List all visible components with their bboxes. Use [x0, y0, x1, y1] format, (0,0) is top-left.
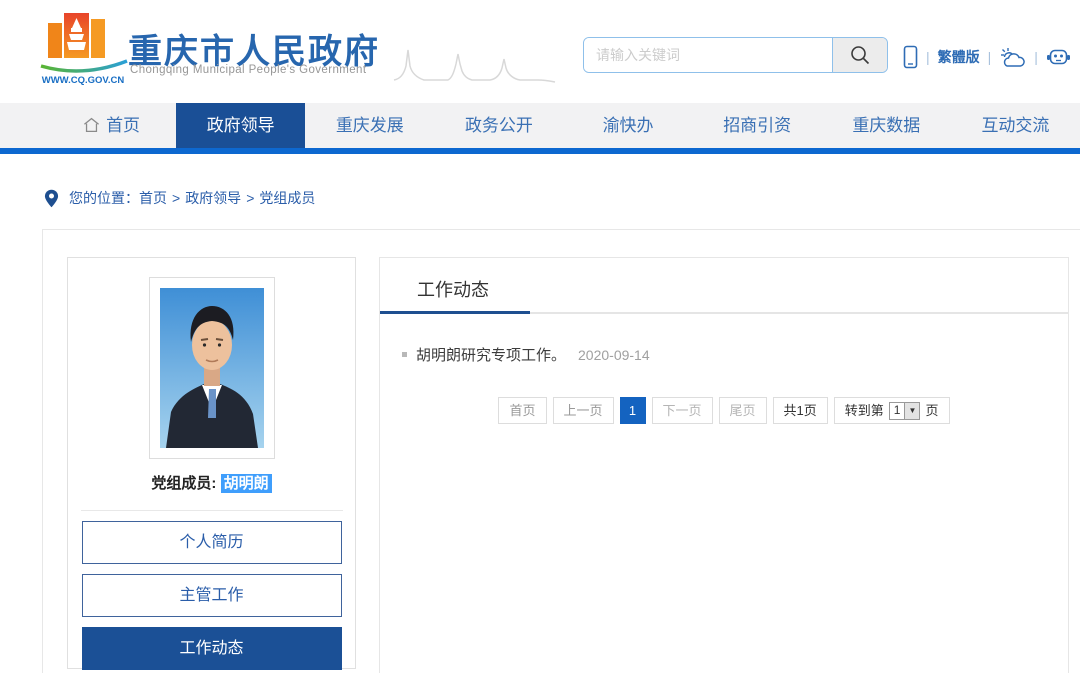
nav-item-investment[interactable]: 招商引资: [693, 103, 822, 148]
site-logo-icon[interactable]: WWW.CQ.GOV.CN: [33, 10, 135, 92]
goto-page-select[interactable]: 1 ▼: [889, 402, 921, 420]
nav-item-interaction[interactable]: 互动交流: [951, 103, 1080, 148]
nav-item-chongqing-data[interactable]: 重庆数据: [822, 103, 951, 148]
breadcrumb-party-members[interactable]: 党组成员: [259, 188, 315, 208]
site-url: WWW.CQ.GOV.CN: [42, 75, 125, 86]
work-updates-panel: 工作动态 胡明朗研究专项工作。 2020-09-14 首页 上一页 1 下一页 …: [379, 257, 1069, 673]
page: 您好，请 登录│注册 WWW.CQ.GOV.CN 重庆市人民政府 C: [0, 0, 1080, 673]
sidebar-item-resume[interactable]: 个人简历: [82, 521, 342, 564]
leader-sidebar: 党组成员: 胡明朗 个人简历 主管工作 工作动态: [67, 257, 356, 669]
goto-page-value: 1: [890, 398, 905, 423]
site-subtitle: Chongqing Municipal People's Government: [130, 64, 366, 76]
leader-name: 胡明朗: [221, 474, 272, 493]
pagination-first-button[interactable]: 首页: [498, 397, 546, 424]
tools-divider: |: [926, 49, 930, 65]
pagination-next-button[interactable]: 下一页: [652, 397, 713, 424]
nav-item-yukuaiban[interactable]: 渝快办: [564, 103, 693, 148]
nav-accent-bar: [0, 148, 1080, 154]
search-button[interactable]: [832, 38, 887, 72]
robot-assistant-icon[interactable]: [1046, 46, 1071, 68]
leader-name-line: 党组成员: 胡明朗: [68, 472, 355, 493]
nav-item-gov-affairs-disclosure[interactable]: 政务公开: [434, 103, 563, 148]
skyline-decoration-icon: [392, 38, 557, 86]
goto-suffix-label: 页: [925, 398, 938, 423]
chevron-down-icon[interactable]: ▼: [904, 403, 919, 419]
article-date: 2020-09-14: [578, 347, 650, 363]
nav-item-chongqing-development[interactable]: 重庆发展: [305, 103, 434, 148]
home-icon: [83, 117, 100, 133]
nav-item-home[interactable]: 首页: [47, 103, 176, 148]
sidebar-divider: [81, 510, 343, 511]
pagination: 首页 上一页 1 下一页 尾页 共1页 转到第 1 ▼ 页: [380, 397, 1068, 424]
weather-icon[interactable]: [999, 47, 1026, 68]
panel-header-accent: [380, 311, 530, 314]
pagination-prev-button[interactable]: 上一页: [553, 397, 614, 424]
search-bar: [583, 37, 888, 73]
leader-photo-frame: [149, 277, 275, 459]
breadcrumb-separator: >: [172, 190, 180, 206]
leader-portrait: [160, 288, 264, 448]
content-wrapper: 党组成员: 胡明朗 个人简历 主管工作 工作动态 工作动态 胡明朗研究专项工作。…: [42, 229, 1080, 673]
breadcrumb-prefix: 您的位置：: [69, 188, 139, 208]
pagination-goto-group: 转到第 1 ▼ 页: [834, 397, 950, 424]
panel-title: 工作动态: [417, 276, 489, 302]
sidebar-item-work-updates[interactable]: 工作动态: [82, 627, 342, 670]
search-input[interactable]: [584, 38, 832, 72]
goto-prefix-label: 转到第: [845, 398, 884, 423]
bullet-icon: [402, 352, 407, 357]
sidebar-item-responsibilities[interactable]: 主管工作: [82, 574, 342, 617]
tools-divider: |: [988, 49, 992, 65]
breadcrumb-home[interactable]: 首页: [139, 188, 167, 208]
article-row: 胡明朗研究专项工作。 2020-09-14: [402, 344, 1068, 365]
breadcrumb-government-leaders[interactable]: 政府领导: [185, 188, 241, 208]
role-label: 党组成员:: [151, 475, 216, 492]
location-pin-icon: [44, 189, 59, 208]
breadcrumb: 您的位置： 首页 > 政府领导 > 党组成员: [44, 188, 315, 208]
nav-item-government-leaders[interactable]: 政府领导: [176, 103, 305, 148]
mobile-version-icon[interactable]: [903, 45, 918, 69]
pagination-last-button[interactable]: 尾页: [719, 397, 767, 424]
search-icon: [849, 44, 871, 66]
main-nav: 首页 政府领导 重庆发展 政务公开 渝快办 招商引资 重庆数据 互动交流: [0, 103, 1080, 148]
tools-divider: |: [1034, 49, 1038, 65]
traditional-version-link[interactable]: 繁體版: [938, 47, 980, 67]
breadcrumb-separator: >: [246, 190, 254, 206]
site-header: WWW.CQ.GOV.CN 重庆市人民政府 Chongqing Municipa…: [0, 0, 1080, 103]
pagination-current-page[interactable]: 1: [620, 397, 646, 424]
article-title[interactable]: 胡明朗研究专项工作。: [416, 344, 566, 365]
panel-header: 工作动态: [380, 258, 1068, 314]
pagination-total-pages: 共1页: [773, 397, 828, 424]
header-tools: | 繁體版 | |: [903, 44, 1071, 70]
